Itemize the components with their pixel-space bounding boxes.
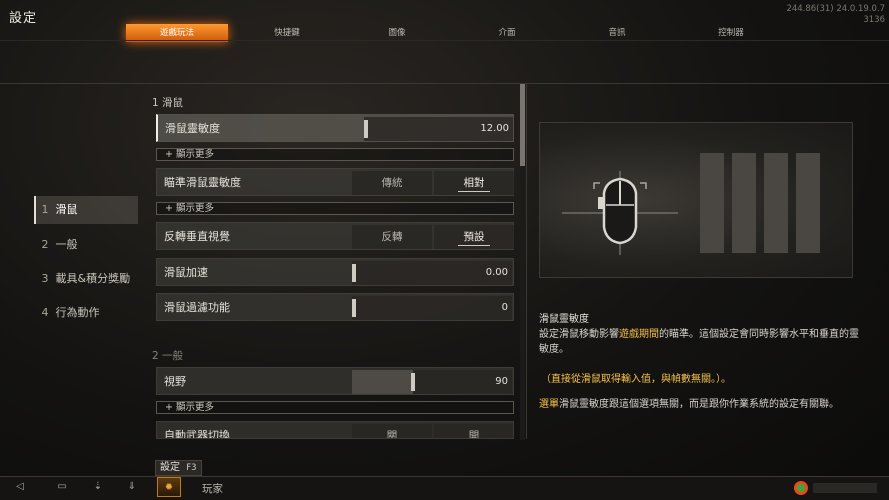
setting-invert-y[interactable]: 反轉垂直視覺 反轉 預設 [156, 222, 514, 250]
slider-knob[interactable] [364, 120, 368, 138]
mouse-acceleration-slider[interactable]: 0.00 [352, 261, 512, 285]
setting-mouse-sensitivity[interactable]: 滑鼠靈敏度 12.00 [156, 114, 514, 142]
slider-fill [352, 370, 413, 394]
detail-menu-note: 選單滑鼠靈敏度跟這個選項無關，而是跟你作業系統的設定有關聯。 [539, 397, 861, 412]
tab-divider [0, 40, 889, 41]
slider-value: 12.00 [480, 123, 509, 134]
version-info: 244.86(31) 24.0.19.0.7 3136 [786, 4, 885, 26]
option-relative[interactable]: 相對 [434, 171, 514, 195]
slider-knob[interactable] [352, 264, 356, 282]
nav-item-mouse[interactable]: 1 滑鼠 [34, 196, 138, 224]
nav-item-label: 滑鼠 [55, 203, 78, 216]
option-traditional[interactable]: 傳統 [352, 171, 432, 195]
slider-value: 0 [501, 302, 508, 313]
setting-label: 自動武器切換 [164, 429, 230, 439]
slider-value: 0.00 [485, 267, 508, 278]
setting-label: 滑鼠加速 [164, 266, 208, 279]
download-icon[interactable]: ⇣ [86, 477, 110, 497]
desc3-text: 滑鼠靈敏度跟這個選項無關，而是跟你作業系統的設定有關聯。 [559, 399, 839, 410]
fov-slider[interactable]: 90 [352, 370, 512, 394]
nav-item-vehicles-scorestreaks[interactable]: 3 載具&積分獎勵 [34, 265, 138, 293]
nav-item-label: 一般 [55, 238, 78, 251]
desc-highlight: 遊戲期間 [619, 329, 659, 340]
option-off[interactable]: 關 [352, 424, 432, 438]
setting-label: 反轉垂直視覺 [164, 230, 230, 243]
nav-item-label: 行為動作 [55, 306, 100, 319]
show-more-button[interactable]: + 顯示更多 [156, 401, 514, 414]
scrollbar-thumb[interactable] [520, 84, 525, 166]
mouse-illustration [562, 153, 820, 255]
settings-scrollbar[interactable] [520, 84, 525, 440]
setting-ads-sensitivity[interactable]: 瞄準滑鼠靈敏度 傳統 相對 [156, 168, 514, 196]
settings-hint-tab[interactable]: 設定 F3 [155, 460, 202, 476]
desc3-highlight: 選單 [539, 399, 559, 410]
version-line-1: 244.86(31) 24.0.19.0.7 [786, 4, 885, 14]
slider-fill [353, 117, 364, 141]
slider-value: 90 [495, 376, 508, 387]
setting-label: 視野 [164, 375, 186, 388]
detail-note: （直接從滑鼠取得輸入值，與幀數無關。）。 [541, 374, 731, 385]
setting-mouse-filtering[interactable]: 滑鼠過濾功能 0 [156, 293, 514, 321]
version-line-2: 3136 [863, 15, 885, 25]
mouse-filtering-slider[interactable]: 0 [352, 296, 512, 320]
player-label[interactable]: 玩家 [202, 481, 223, 496]
chat-icon[interactable]: ▭ [50, 477, 74, 497]
section-header-general: 2 一般 [152, 350, 184, 362]
gear-icon[interactable]: ✹ [157, 477, 181, 497]
setting-fov[interactable]: 視野 90 [156, 367, 514, 395]
setting-auto-weapon-switch[interactable]: 自動武器切換 關 開 [156, 421, 514, 439]
nav-item-general[interactable]: 2 一般 [34, 231, 138, 259]
back-icon[interactable]: ◁ [8, 477, 32, 497]
setting-mouse-acceleration[interactable]: 滑鼠加速 0.00 [156, 258, 514, 286]
detail-description: 設定滑鼠移動影響遊戲期間的瞄準。這個設定會同時影響水平和垂直的靈敏度。 [539, 327, 859, 357]
slider-knob[interactable] [352, 299, 356, 317]
download-alt-icon[interactable]: ⇓ [120, 477, 144, 497]
mouse-sensitivity-slider[interactable]: 12.00 [353, 117, 513, 141]
slider-knob[interactable] [411, 373, 415, 391]
nav-item-actions[interactable]: 4 行為動作 [34, 299, 138, 327]
watermark-logo [794, 481, 877, 495]
show-more-button[interactable]: + 顯示更多 [156, 148, 514, 161]
nav-item-label: 載具&積分獎勵 [55, 272, 131, 285]
nav-item-number: 3 [41, 272, 49, 285]
nav-item-number: 1 [41, 203, 49, 216]
detail-title: 滑鼠靈敏度 [539, 314, 589, 325]
mouse-preview-image [539, 122, 853, 278]
hint-label: 設定 [160, 462, 180, 473]
option-default[interactable]: 預設 [434, 225, 514, 249]
option-inverted[interactable]: 反轉 [352, 225, 432, 249]
setting-label: 瞄準滑鼠靈敏度 [164, 176, 241, 189]
setting-label: 滑鼠過濾功能 [164, 301, 230, 314]
option-on[interactable]: 開 [434, 424, 513, 438]
page-title: 設定 [9, 11, 38, 26]
nav-item-number: 2 [41, 238, 49, 251]
show-more-button[interactable]: + 顯示更多 [156, 202, 514, 215]
desc-text-1: 設定滑鼠移動影響 [539, 329, 619, 340]
hint-key: F3 [186, 463, 197, 473]
section-header-mouse: 1 滑鼠 [152, 97, 184, 109]
nav-item-number: 4 [41, 306, 49, 319]
setting-label: 滑鼠靈敏度 [165, 122, 220, 135]
